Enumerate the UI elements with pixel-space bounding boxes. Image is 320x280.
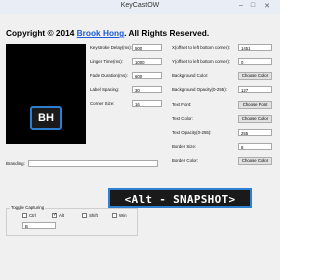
branding-field[interactable]	[28, 160, 158, 167]
background-color-label: Background Color:	[172, 73, 209, 78]
border-size-field[interactable]: 8	[238, 143, 272, 150]
background-opacity-field[interactable]: 127	[238, 86, 272, 93]
win-label: Win	[119, 213, 127, 218]
maximize-icon[interactable]: □	[248, 2, 258, 9]
ctrl-label: Ctrl	[29, 213, 36, 218]
y-offset-label: Y(offset to left bottom corner):	[172, 59, 230, 64]
toggle-capturing-label: Toggle Capturing	[10, 205, 46, 210]
shift-checkbox[interactable]	[82, 213, 87, 218]
text-font-label: Text Font:	[172, 102, 192, 107]
win-checkbox[interactable]	[112, 213, 117, 218]
ctrl-checkbox[interactable]	[22, 213, 27, 218]
label-spacing-field[interactable]: 30	[132, 86, 162, 93]
title-bar: KeyCastOW – □ ✕	[0, 0, 280, 15]
border-color-button[interactable]: Choose Color	[238, 157, 272, 165]
branding-label: Branding:	[6, 161, 25, 166]
keystroke-overlay: <Alt - SNAPSHOT>	[108, 188, 252, 208]
background-opacity-label: Background Opacity(0-255):	[172, 87, 227, 92]
alt-checkbox[interactable]	[52, 212, 57, 219]
corner-size-label: Corner Size:	[90, 101, 115, 106]
linger-time-field[interactable]: 1000	[132, 58, 162, 65]
shift-label: Shift	[89, 213, 98, 218]
border-size-label: Border Size:	[172, 144, 197, 149]
fade-duration-field[interactable]: 600	[132, 72, 162, 79]
toggle-key-field[interactable]: B	[22, 222, 56, 229]
x-offset-field[interactable]: 1451	[238, 44, 272, 51]
linger-time-label: Linger Time(ms):	[90, 59, 123, 64]
keystroke-delay-label: Keystroke Delay(ms):	[90, 45, 132, 50]
brand-logo: BH	[30, 106, 62, 130]
x-offset-label: X(offset to left bottom corner):	[172, 45, 230, 50]
text-color-button[interactable]: Choose Color	[238, 115, 272, 123]
text-color-label: Text Color:	[172, 116, 193, 121]
text-opacity-field[interactable]: 255	[238, 129, 272, 136]
copyright-text: Copyright © 2014 Brook Hong. All Rights …	[6, 28, 210, 38]
author-link[interactable]: Brook Hong	[77, 28, 124, 38]
alt-label: Alt	[59, 213, 65, 218]
border-color-label: Border Color:	[172, 158, 199, 163]
keystroke-delay-field[interactable]: 500	[132, 44, 162, 51]
text-font-button[interactable]: Choose Font	[238, 101, 272, 109]
y-offset-field[interactable]: 0	[238, 58, 272, 65]
minimize-icon[interactable]: –	[236, 2, 246, 9]
label-spacing-label: Label Spacing:	[90, 87, 120, 92]
text-opacity-label: Text Opacity(0-255):	[172, 130, 212, 135]
corner-size-field[interactable]: 16	[132, 100, 162, 107]
close-icon[interactable]: ✕	[262, 2, 272, 10]
fade-duration-label: Fade Duration(ms):	[90, 73, 128, 78]
background-color-button[interactable]: Choose Color	[238, 72, 272, 80]
